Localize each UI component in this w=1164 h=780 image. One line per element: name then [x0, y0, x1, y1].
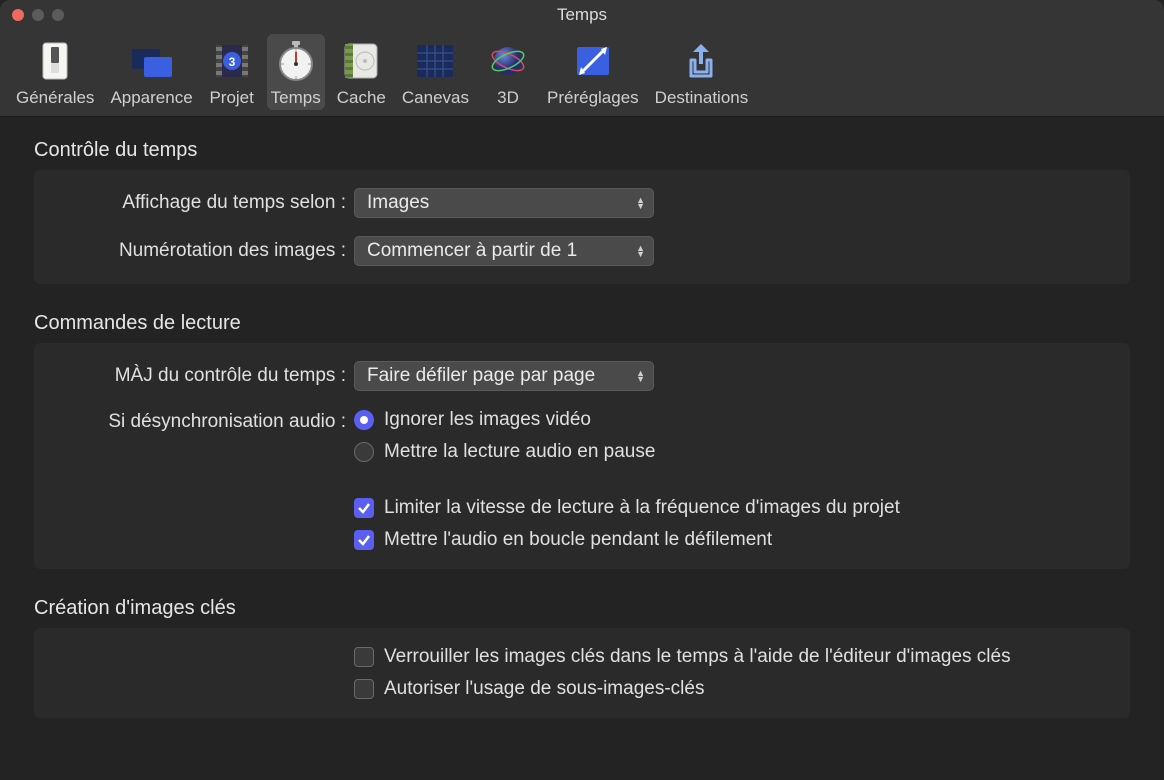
radio-skip-video-frames[interactable]: [354, 410, 374, 430]
stepper-arrows-icon: ▲▼: [636, 197, 645, 209]
label-display-time: Affichage du temps selon :: [54, 192, 354, 214]
select-value: Faire défiler page par page: [367, 365, 595, 387]
tab-label: Temps: [271, 88, 321, 108]
checkbox-label: Autoriser l'usage de sous-images-clés: [384, 678, 704, 700]
tab-destinations[interactable]: Destinations: [651, 34, 753, 110]
project-icon: 3: [209, 38, 255, 84]
label-frame-numbering: Numérotation des images :: [54, 240, 354, 262]
tab-label: Apparence: [110, 88, 192, 108]
window-title: Temps: [0, 5, 1164, 25]
label-time-update: MÀJ du contrôle du temps :: [54, 365, 354, 387]
radio-pause-audio[interactable]: [354, 442, 374, 462]
canvas-icon: [412, 38, 458, 84]
cache-icon: [338, 38, 384, 84]
section-title-playback: Commandes de lecture: [34, 312, 1130, 335]
checkbox-label: Limiter la vitesse de lecture à la fréqu…: [384, 497, 900, 519]
section-time-control: Affichage du temps selon : Images ▲▼ Num…: [34, 170, 1130, 284]
tab-projet[interactable]: 3 Projet: [205, 34, 259, 110]
tab-generales[interactable]: Générales: [12, 34, 98, 110]
label-audio-sync: Si désynchronisation audio :: [54, 409, 354, 433]
tab-label: Destinations: [655, 88, 749, 108]
toolbar: Générales Apparence 3: [0, 30, 1164, 117]
section-keyframes: Verrouiller les images clés dans le temp…: [34, 628, 1130, 718]
select-display-time[interactable]: Images ▲▼: [354, 188, 654, 218]
tab-3d[interactable]: 3D: [481, 34, 535, 110]
checkbox-label: Mettre l'audio en boucle pendant le défi…: [384, 529, 772, 551]
titlebar: Temps: [0, 0, 1164, 30]
section-playback: MÀJ du contrôle du temps : Faire défiler…: [34, 343, 1130, 569]
stepper-arrows-icon: ▲▼: [636, 370, 645, 382]
appearance-icon: [129, 38, 175, 84]
checkbox-limit-playback-speed[interactable]: [354, 498, 374, 518]
stepper-arrows-icon: ▲▼: [636, 245, 645, 257]
share-icon: [678, 38, 724, 84]
tab-label: Préréglages: [547, 88, 639, 108]
tab-temps[interactable]: Temps: [267, 34, 325, 110]
tab-label: Projet: [209, 88, 253, 108]
tab-label: Générales: [16, 88, 94, 108]
checkbox-allow-subframe-keyframes[interactable]: [354, 679, 374, 699]
preferences-window: Temps Générales Apparence: [0, 0, 1164, 780]
3d-icon: [485, 38, 531, 84]
select-value: Images: [367, 192, 429, 214]
select-frame-numbering[interactable]: Commencer à partir de 1 ▲▼: [354, 236, 654, 266]
tab-cache[interactable]: Cache: [333, 34, 390, 110]
radio-label: Ignorer les images vidéo: [384, 409, 591, 431]
tab-canevas[interactable]: Canevas: [398, 34, 473, 110]
presets-icon: [570, 38, 616, 84]
tab-apparence[interactable]: Apparence: [106, 34, 196, 110]
stopwatch-icon: [273, 38, 319, 84]
checkbox-label: Verrouiller les images clés dans le temp…: [384, 646, 1011, 668]
content: Contrôle du temps Affichage du temps sel…: [0, 117, 1164, 780]
checkbox-loop-audio-scrub[interactable]: [354, 530, 374, 550]
svg-text:3: 3: [228, 55, 235, 69]
tab-label: Cache: [337, 88, 386, 108]
checkbox-lock-keyframes[interactable]: [354, 647, 374, 667]
select-value: Commencer à partir de 1: [367, 240, 577, 262]
select-time-update[interactable]: Faire défiler page par page ▲▼: [354, 361, 654, 391]
tab-prereglages[interactable]: Préréglages: [543, 34, 643, 110]
section-title-keyframes: Création d'images clés: [34, 597, 1130, 620]
switch-icon: [32, 38, 78, 84]
tab-label: Canevas: [402, 88, 469, 108]
radio-label: Mettre la lecture audio en pause: [384, 441, 655, 463]
tab-label: 3D: [497, 88, 519, 108]
section-title-time-control: Contrôle du temps: [34, 139, 1130, 162]
